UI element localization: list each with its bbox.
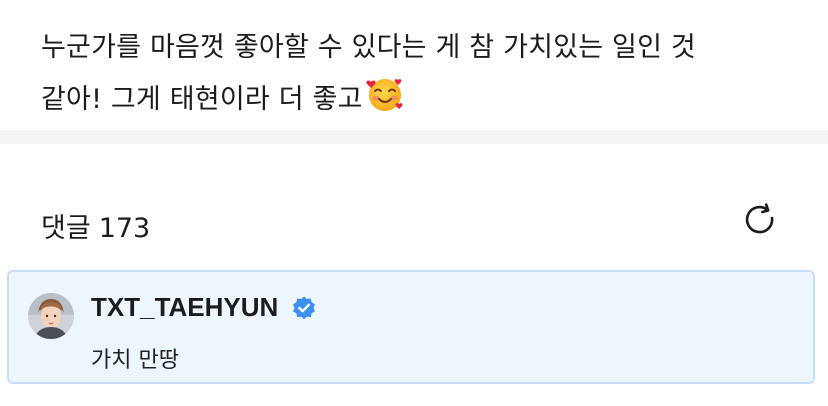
page: 누군가를 마음껏 좋아할 수 있다는 게 참 가치있는 일인 것 같아! 그게 … [0,0,828,406]
verified-badge-icon [291,295,317,321]
comments-count: 173 [98,213,151,244]
section-divider [0,130,828,144]
comments-label: 댓글 [41,213,91,244]
smiling-face-with-hearts-icon [365,74,405,132]
refresh-icon[interactable] [740,200,780,240]
avatar[interactable] [28,293,74,339]
comments-header: 댓글 173 [0,144,828,268]
post-text-line-2-text: 같아! 그게 태현이라 더 좋고 [41,84,363,115]
comment-text: 가치 만땅 [91,348,179,373]
post-text: 누군가를 마음껏 좋아할 수 있다는 게 참 가치있는 일인 것 같아! 그게 … [41,22,801,132]
post-text-line-2: 같아! 그게 태현이라 더 좋고 [41,74,801,132]
post-text-line-1: 누군가를 마음껏 좋아할 수 있다는 게 참 가치있는 일인 것 [41,32,696,63]
comments-title: 댓글 173 [41,206,150,245]
highlighted-comment[interactable]: TXT_TAEHYUN 가치 만땅 [7,270,815,384]
comment-author[interactable]: TXT_TAEHYUN [91,292,278,323]
post-content: 누군가를 마음껏 좋아할 수 있다는 게 참 가치있는 일인 것 같아! 그게 … [0,0,828,130]
